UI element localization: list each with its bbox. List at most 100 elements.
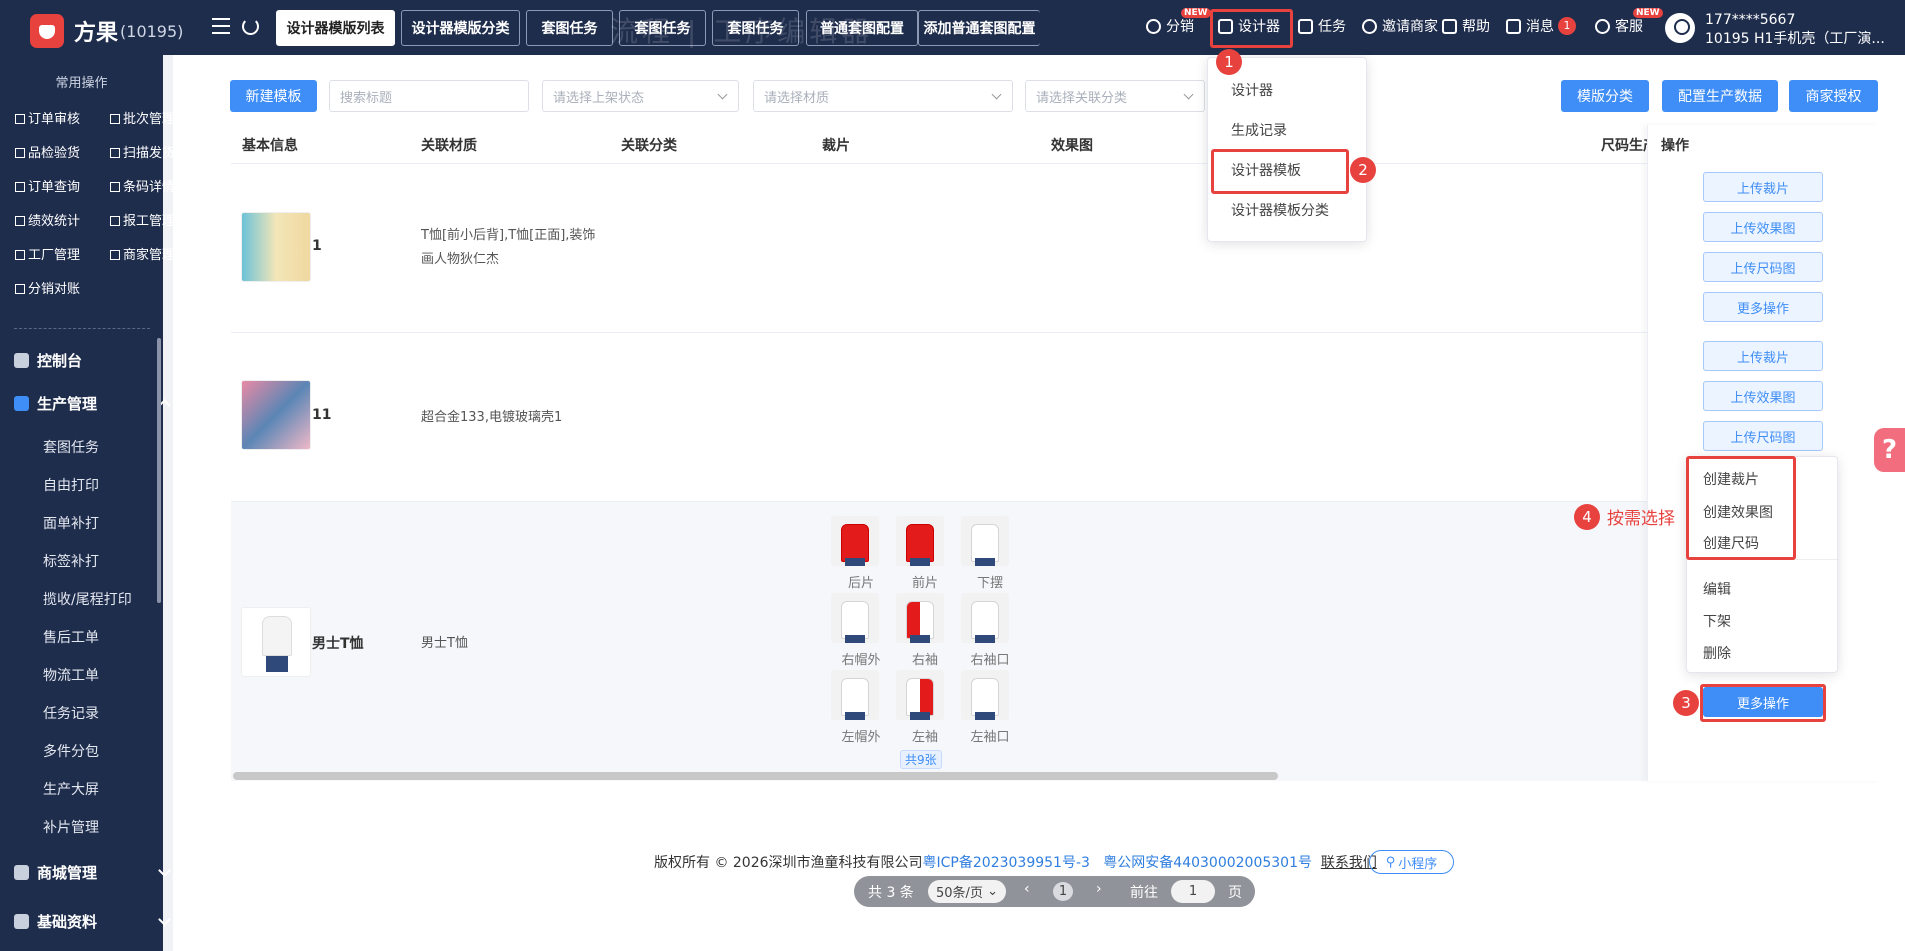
mini-program-button[interactable]: ⚲ 小程序 — [1369, 850, 1454, 874]
more-actions-button[interactable]: 更多操作 — [1703, 292, 1823, 322]
piece-image[interactable] — [961, 670, 1009, 720]
quick-scan-ship[interactable]: 扫描发货 — [110, 142, 175, 161]
sidebar-item-patch-manage[interactable]: 补片管理 — [43, 817, 99, 837]
chart-icon — [15, 216, 25, 226]
piece-image[interactable] — [896, 670, 944, 720]
template-thumbnail[interactable] — [241, 607, 311, 677]
search-title-input[interactable]: 搜索标题 — [329, 80, 529, 112]
sidebar-item-big-screen[interactable]: 生产大屏 — [43, 779, 99, 799]
nav-messages-label: 消息 — [1526, 19, 1554, 35]
config-production-button[interactable]: 配置生产数据 — [1662, 80, 1778, 112]
page-size-select[interactable]: 50条/页 ⌄ — [928, 880, 1006, 903]
sidebar-scrollbar[interactable] — [157, 338, 161, 603]
sidebar-item-aftersale[interactable]: 售后工单 — [43, 627, 99, 647]
users-icon — [1362, 18, 1377, 34]
user-store[interactable]: 10195 H1手机壳（工厂演... — [1705, 28, 1885, 48]
quick-performance[interactable]: 绩效统计 — [15, 210, 80, 229]
nav-customer-service[interactable]: 客服 NEW — [1595, 8, 1663, 36]
tab-add-normal-set-config[interactable]: 添加普通套图配置 — [918, 10, 1040, 46]
designer-menu-template-category[interactable]: 设计器模板分类 — [1231, 200, 1329, 220]
template-thumbnail[interactable] — [241, 380, 311, 450]
annotation-box-designer — [1210, 9, 1293, 48]
quick-work-report[interactable]: 报工管理 — [110, 210, 175, 229]
material-select[interactable]: 请选择材质 — [753, 80, 1013, 112]
unlist-item[interactable]: 下架 — [1703, 611, 1731, 631]
designer-menu-designer[interactable]: 设计器 — [1231, 80, 1273, 100]
sidebar-item-task-records[interactable]: 任务记录 — [43, 703, 99, 723]
nav-tasks[interactable]: 任务 — [1298, 16, 1346, 36]
quick-order-review[interactable]: 订单审核 — [15, 108, 80, 127]
refresh-icon[interactable] — [242, 18, 259, 35]
page-unit-label: 页 — [1228, 885, 1242, 901]
nav-messages[interactable]: 消息 1 — [1506, 16, 1576, 36]
status-select[interactable]: 请选择上架状态 — [542, 80, 739, 112]
header-operations: 操作 — [1661, 138, 1689, 154]
ghost-watermark-text: 流程 | 工序编辑器 — [610, 15, 874, 48]
upload-size-button[interactable]: 上传尺码图 — [1703, 252, 1823, 282]
piece-image[interactable] — [961, 593, 1009, 643]
designer-menu-records[interactable]: 生成记录 — [1231, 120, 1287, 140]
quick-quality-check[interactable]: 品检验货 — [15, 142, 80, 161]
piece-image[interactable] — [961, 516, 1009, 566]
quick-merchant-manage[interactable]: 商家管理 — [110, 244, 175, 263]
upload-pieces-button[interactable]: 上传裁片 — [1703, 172, 1823, 202]
edit-item[interactable]: 编辑 — [1703, 579, 1731, 599]
help-float-button[interactable]: ? — [1874, 428, 1905, 472]
page-number-current[interactable]: 1 — [1053, 882, 1073, 901]
menu-mall[interactable]: 商城管理 — [14, 862, 97, 883]
prev-page-icon[interactable]: ‹ — [1024, 881, 1030, 897]
icp-link[interactable]: 粤ICP备2023039951号-3 — [923, 855, 1090, 871]
sidebar-item-label-reprint[interactable]: 标签补打 — [43, 551, 99, 571]
piece-image[interactable] — [896, 593, 944, 643]
menu-console[interactable]: 控制台 — [14, 350, 82, 371]
annotation-step-1: 1 — [1216, 49, 1242, 75]
quick-order-query[interactable]: 订单查询 — [15, 176, 80, 195]
user-phone[interactable]: 177****5667 — [1705, 12, 1795, 28]
piece-label: 下摆 — [976, 576, 1003, 591]
template-category-button[interactable]: 模版分类 — [1561, 80, 1649, 112]
checkbox-icon — [15, 114, 25, 124]
quick-batch-manage[interactable]: 批次管理 — [110, 108, 175, 127]
tab-designer-template-list[interactable]: 设计器模版列表 — [276, 10, 395, 46]
quick-barcode-detail[interactable]: 条码详情 — [110, 176, 175, 195]
nav-distribution[interactable]: 分销 NEW — [1146, 8, 1211, 36]
nav-invite-merchant[interactable]: 邀请商家 — [1362, 16, 1438, 36]
upload-effect-button[interactable]: 上传效果图 — [1703, 381, 1823, 411]
next-page-icon[interactable]: › — [1096, 881, 1102, 897]
pieces-total-tag[interactable]: 共9张 — [900, 750, 942, 769]
shop-icon — [14, 865, 29, 880]
app-logo[interactable]: 方果 (10195) — [30, 14, 183, 48]
upload-pieces-button[interactable]: 上传裁片 — [1703, 341, 1823, 371]
piece-image[interactable] — [831, 516, 879, 566]
tab-designer-template-category[interactable]: 设计器模版分类 — [401, 10, 520, 46]
piece-label: 右袖 — [911, 653, 938, 668]
sidebar-item-pickup-print[interactable]: 揽收/尾程打印 — [43, 589, 132, 609]
menu-production[interactable]: 生产管理 — [14, 393, 97, 414]
user-avatar[interactable] — [1665, 13, 1695, 43]
category-select[interactable]: 请选择关联分类 — [1025, 80, 1205, 112]
tab-set-task-1[interactable]: 套图任务 — [526, 10, 613, 46]
piece-image[interactable] — [831, 670, 879, 720]
police-link[interactable]: 粤公网安备44030002005301号 — [1103, 855, 1312, 871]
table-horizontal-scrollbar[interactable] — [233, 772, 1278, 780]
annotation-note: 按需选择 — [1607, 509, 1675, 529]
sidebar-item-multi-package[interactable]: 多件分包 — [43, 741, 99, 761]
upload-size-button[interactable]: 上传尺码图 — [1703, 421, 1823, 451]
sidebar-item-waybill-reprint[interactable]: 面单补打 — [43, 513, 99, 533]
goto-page-input[interactable]: 1 — [1171, 880, 1215, 903]
upload-effect-button[interactable]: 上传效果图 — [1703, 212, 1823, 242]
sidebar-item-free-print[interactable]: 自由打印 — [43, 475, 99, 495]
piece-image[interactable] — [896, 516, 944, 566]
new-template-button[interactable]: 新建模板 — [230, 80, 317, 112]
delete-item[interactable]: 删除 — [1703, 643, 1731, 663]
merchant-auth-button[interactable]: 商家授权 — [1789, 80, 1878, 112]
sidebar-item-logistics[interactable]: 物流工单 — [43, 665, 99, 685]
nav-help[interactable]: 帮助 — [1442, 16, 1490, 36]
quick-factory-manage[interactable]: 工厂管理 — [15, 244, 80, 263]
menu-toggle-icon[interactable] — [212, 18, 230, 34]
quick-distribution-reconcile[interactable]: 分销对账 — [15, 278, 80, 297]
template-thumbnail[interactable] — [241, 212, 311, 282]
menu-basic-data[interactable]: 基础资料 — [14, 911, 97, 932]
sidebar-item-set-task[interactable]: 套图任务 — [43, 437, 99, 457]
piece-image[interactable] — [831, 593, 879, 643]
